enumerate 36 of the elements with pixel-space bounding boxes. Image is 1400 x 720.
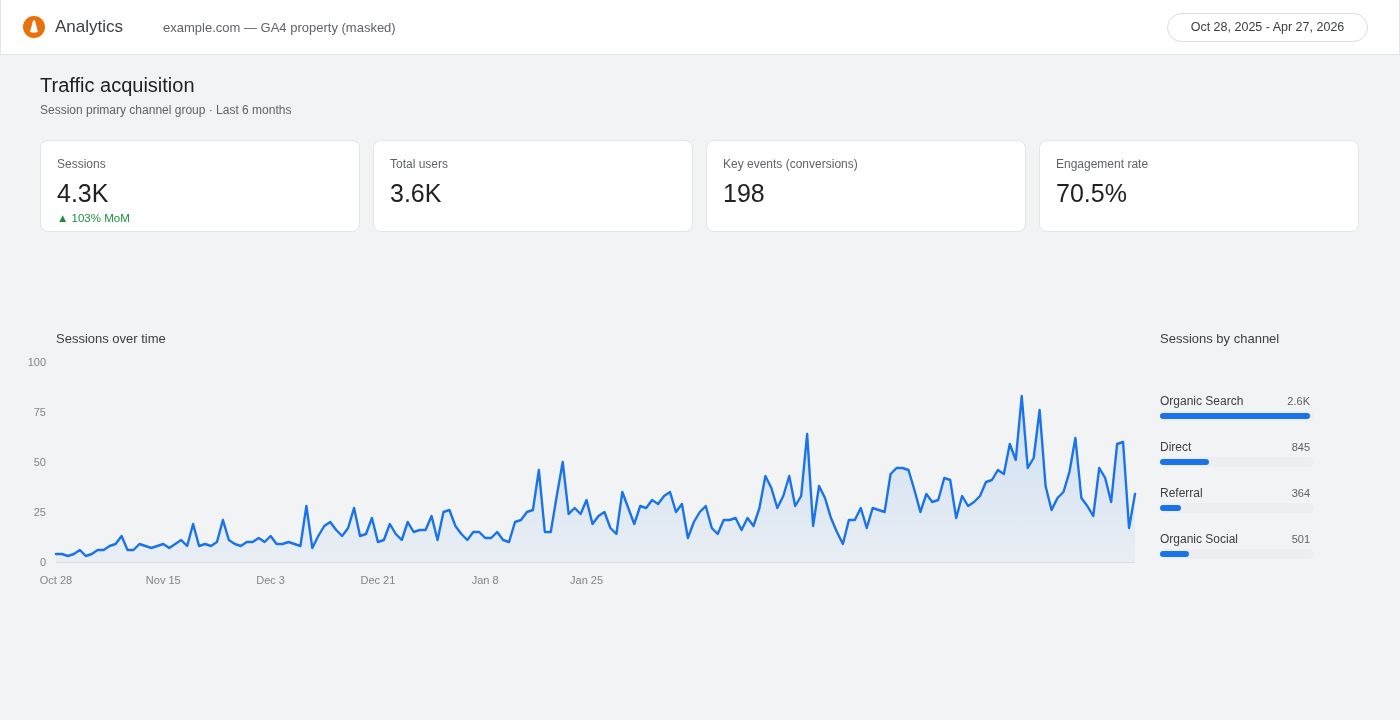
channel-value: 845 xyxy=(1291,440,1310,455)
page-subtitle: Session primary channel group · Last 6 months xyxy=(40,102,292,118)
x-axis-label: Jan 8 xyxy=(471,574,499,586)
kpi-label: Total users xyxy=(390,156,449,172)
chart-title: Sessions over time xyxy=(56,331,166,347)
y-axis-label: 75 xyxy=(33,406,46,418)
y-axis-label: 0 xyxy=(39,556,46,568)
kpi-value: 70.5% xyxy=(1056,179,1127,207)
page-title: Traffic acquisition xyxy=(40,73,195,97)
kpi-delta: ▲ 103% MoM xyxy=(57,211,130,226)
property-name: example.com — GA4 property (masked) xyxy=(163,19,396,35)
panel-title: Sessions by channel xyxy=(1160,331,1280,347)
kpi-label: Engagement rate xyxy=(1056,156,1149,172)
channel-name: Direct xyxy=(1160,440,1192,455)
x-axis-label: Dec 21 xyxy=(360,574,396,586)
y-axis-label: 50 xyxy=(33,456,46,468)
kpi-value: 3.6K xyxy=(390,179,442,207)
channel-name: Organic Search xyxy=(1160,394,1244,409)
x-axis-label: Oct 28 xyxy=(39,574,73,586)
channel-value: 2.6K xyxy=(1287,394,1310,409)
kpi-label: Sessions xyxy=(57,156,106,172)
x-axis-label: Nov 15 xyxy=(145,574,181,586)
channel-name: Organic Social xyxy=(1160,532,1239,547)
kpi-value: 198 xyxy=(723,179,765,207)
y-axis-label: 100 xyxy=(27,356,46,368)
y-axis-label: 25 xyxy=(33,506,46,518)
channel-name: Referral xyxy=(1160,486,1203,501)
kpi-label: Key events (conversions) xyxy=(723,156,858,172)
date-range-button[interactable]: Oct 28, 2025 - Apr 27, 2026 xyxy=(1167,12,1368,42)
kpi-value: 4.3K xyxy=(57,179,109,207)
channel-value: 364 xyxy=(1291,486,1310,501)
x-axis-label: Dec 3 xyxy=(256,574,285,586)
x-axis-label: Jan 25 xyxy=(570,574,604,586)
channel-value: 501 xyxy=(1291,532,1310,547)
app-name: Analytics xyxy=(55,17,124,37)
logo-icon xyxy=(23,16,45,38)
